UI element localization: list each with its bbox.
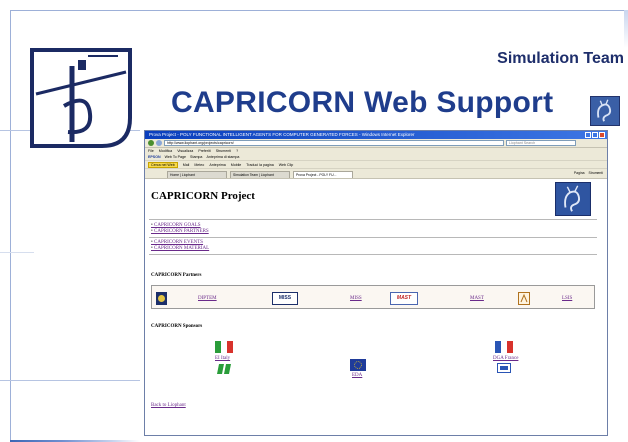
toolbar-web-to-page[interactable]: Web To Page	[165, 154, 186, 160]
maximize-icon[interactable]	[592, 132, 598, 138]
sponsors-heading: CAPRICORN Sponsors	[151, 324, 203, 329]
team-label: Simulation Team	[497, 50, 624, 67]
toolbar-weather[interactable]: Meteo	[194, 161, 204, 168]
sponsor-link-eda[interactable]: EDA	[352, 373, 362, 378]
capricorn-emblem-icon	[555, 182, 591, 216]
france-flag-icon[interactable]	[495, 341, 513, 353]
tab-home[interactable]: Home | Liophant	[167, 171, 227, 178]
link-material[interactable]: CAPRICORN MATERIAL	[151, 246, 209, 252]
browser-screenshot: Prova Project - POLY FUNCTIONAL INTELLIG…	[144, 130, 608, 436]
partner-link-miss[interactable]: MISS	[350, 296, 362, 301]
minimize-icon[interactable]	[585, 132, 591, 138]
eu-flag-icon[interactable]	[350, 359, 366, 371]
epson-toolbar: EPSON Web To Page Stampa Anteprima di st…	[145, 154, 607, 161]
back-icon[interactable]	[148, 140, 154, 146]
tab-prova-project[interactable]: Prova Project - POLY FU...	[293, 171, 353, 178]
divider-line	[0, 252, 34, 253]
toolbar-mobile[interactable]: Mobile	[231, 161, 242, 168]
partner-link-lsis[interactable]: LSIS	[562, 296, 572, 301]
back-to-liophant-link[interactable]: Back to Liophant	[151, 403, 186, 408]
address-bar: http://www.liophant.org/projects/caprico…	[145, 139, 607, 148]
browser-title-bar: Prova Project - POLY FUNCTIONAL INTELLIG…	[145, 131, 607, 139]
toolbar-mail[interactable]: Mail	[183, 161, 190, 168]
mast-logo[interactable]: MAST	[390, 292, 418, 305]
page-menu[interactable]: Pagina	[574, 171, 585, 175]
dga-logo-icon	[497, 363, 511, 373]
search-toolbar: Cerca nel Web Mail Meteo Anteprima Mobil…	[145, 161, 607, 169]
italy-flag-icon[interactable]	[215, 341, 233, 353]
links-group: CAPRICORN EVENTS CAPRICORN MATERIAL	[151, 240, 209, 252]
divider	[149, 254, 597, 255]
page-title: CAPRICORN Project	[151, 190, 255, 202]
capricorn-emblem-icon	[590, 96, 620, 126]
divider-line	[0, 380, 140, 381]
toolbar-print[interactable]: Stampa	[190, 154, 202, 160]
partners-panel: DIPTEM MISS MISS MAST MAST LSIS	[151, 285, 595, 309]
ei-logo-icon	[217, 363, 233, 375]
links-group: CAPRICORN GOALS CAPRICORN PARTNERS	[151, 223, 209, 235]
window-controls	[585, 132, 605, 138]
sponsor-link-dga-france[interactable]: DGA France	[493, 356, 518, 361]
partner-link-mast[interactable]: MAST	[470, 296, 484, 301]
toolbar-translate[interactable]: Traduci la pagina	[246, 161, 273, 168]
divider	[149, 237, 597, 238]
forward-icon[interactable]	[156, 140, 162, 146]
sponsor-link-ei-italy[interactable]: EI Italy	[215, 356, 230, 361]
search-input[interactable]: Liophant Search	[506, 140, 576, 146]
miss-logo[interactable]: MISS	[272, 292, 298, 305]
page-content: CAPRICORN Project CAPRICORN GOALS CAPRIC…	[145, 179, 607, 427]
partner-link-diptem[interactable]: DIPTEM	[198, 296, 217, 301]
partners-heading: CAPRICORN Partners	[151, 273, 202, 278]
toolbar-preview[interactable]: Anteprima	[209, 161, 225, 168]
tab-tools: Pagina Strumenti	[574, 171, 603, 175]
simulation-team-logo	[30, 48, 132, 148]
toolbar-webclip[interactable]: Web Clip	[279, 161, 294, 168]
epson-brand: EPSON	[148, 155, 161, 159]
tab-bar: Home | Liophant Simulation Team | Liopha…	[145, 169, 607, 179]
tools-menu[interactable]: Strumenti	[588, 171, 603, 175]
address-input[interactable]: http://www.liophant.org/projects/caprico…	[164, 140, 504, 146]
slide-title: CAPRICORN Web Support	[171, 86, 554, 119]
lsis-logo-icon[interactable]	[518, 292, 530, 305]
link-partners[interactable]: CAPRICORN PARTNERS	[151, 229, 209, 235]
browser-window-title: Prova Project - POLY FUNCTIONAL INTELLIG…	[149, 132, 415, 137]
divider	[149, 219, 597, 220]
web-search-button[interactable]: Cerca nel Web	[148, 162, 178, 168]
tab-simulation-team[interactable]: Simulation Team | Liophant	[230, 171, 290, 178]
toolbar-print-preview[interactable]: Anteprima di stampa	[206, 154, 239, 160]
diptem-logo-icon[interactable]	[156, 292, 167, 305]
close-icon[interactable]	[599, 132, 605, 138]
